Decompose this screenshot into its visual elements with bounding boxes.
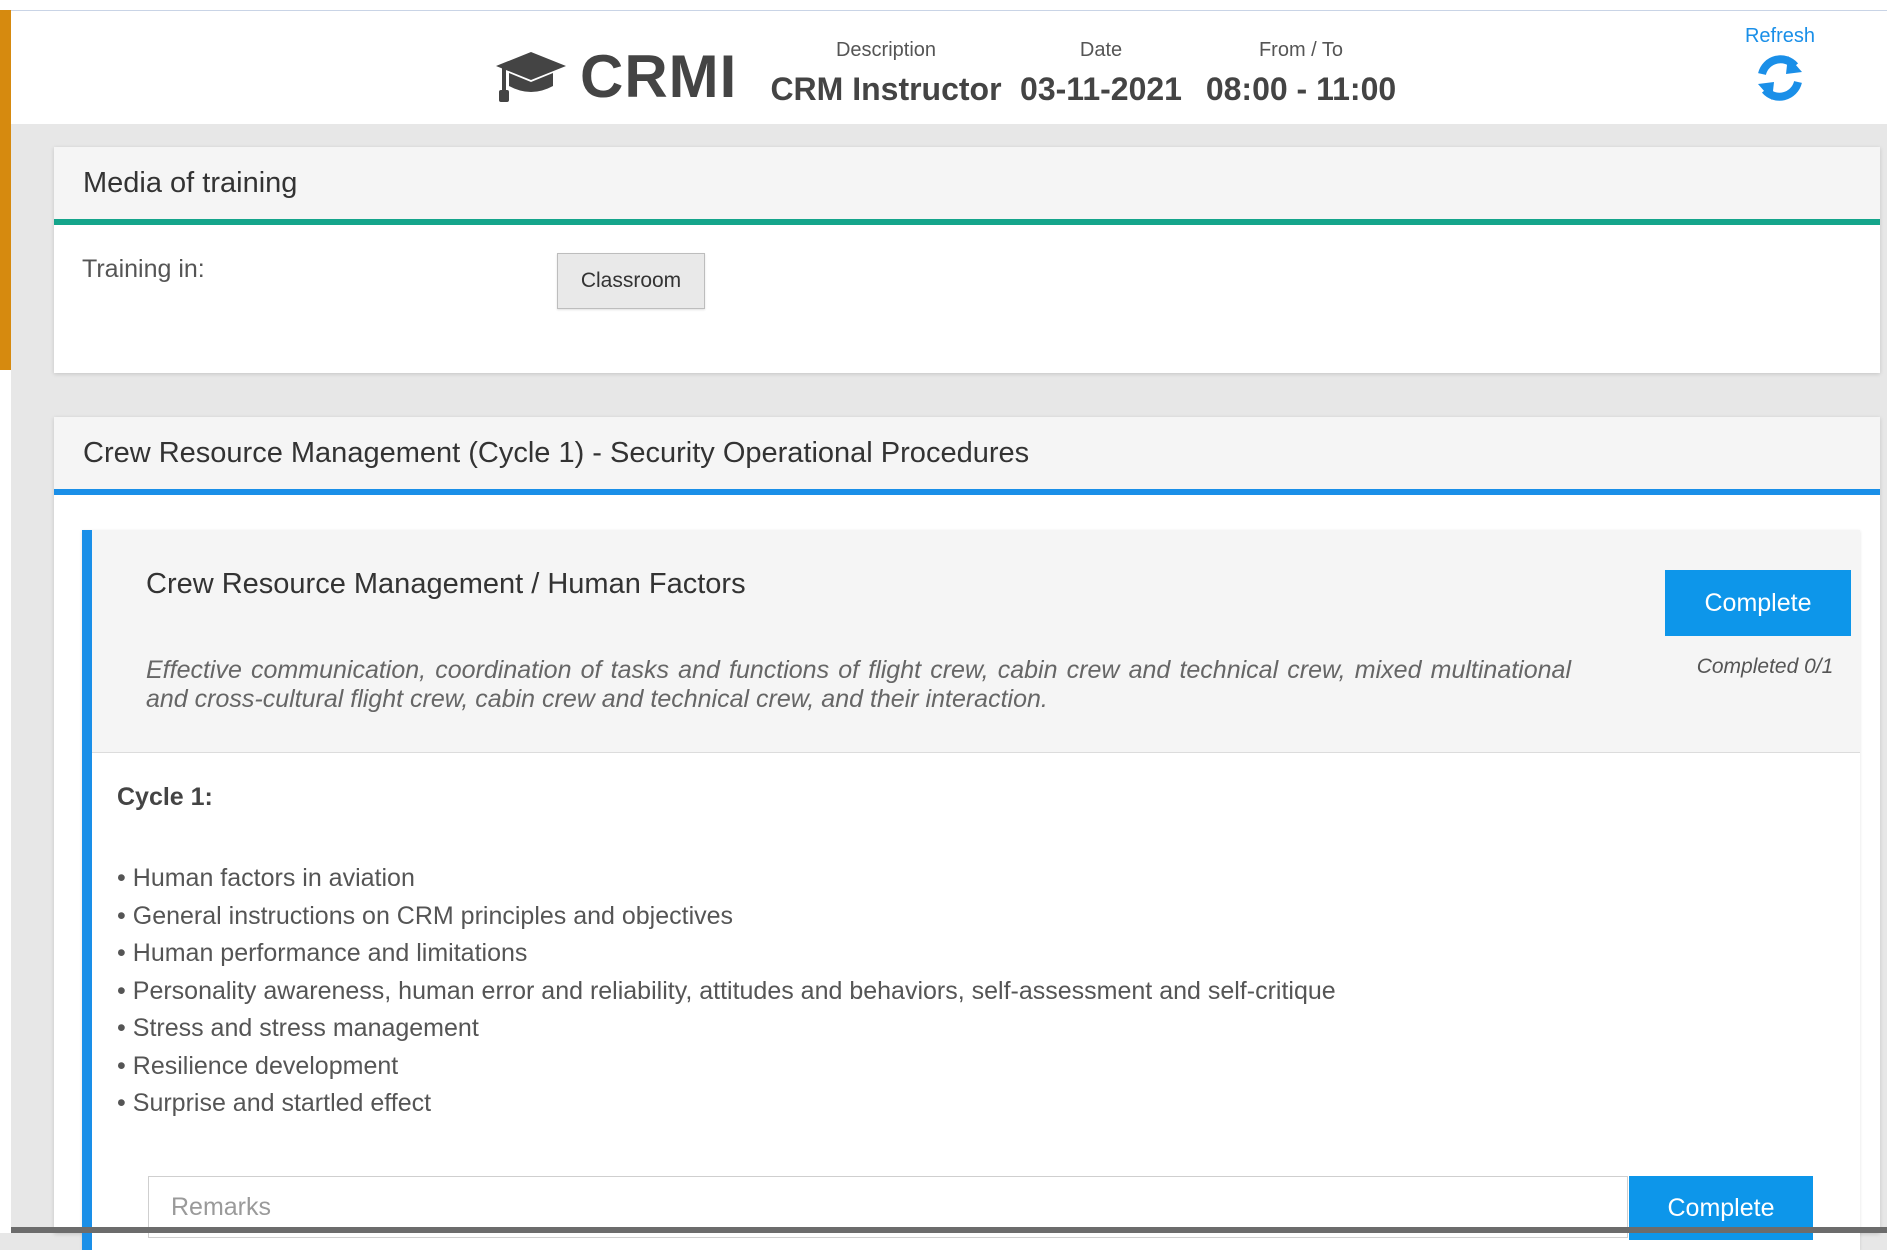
description-value: CRM Instructor <box>770 71 1002 107</box>
module-description: Effective communication, coordination of… <box>146 656 1571 713</box>
window-bottom-border <box>11 1227 1887 1233</box>
app-name: CRMI <box>580 42 738 110</box>
refresh-icon <box>1725 52 1835 104</box>
topic-item: Stress and stress management <box>117 1010 1336 1048</box>
course-panel-title: Crew Resource Management (Cycle 1) - Sec… <box>83 437 1030 469</box>
course-panel: Crew Resource Management (Cycle 1) - Sec… <box>54 417 1880 1250</box>
classroom-button[interactable]: Classroom <box>557 253 705 309</box>
date-field: Date 03-11-2021 <box>1011 39 1191 108</box>
module-header: Crew Resource Management / Human Factors… <box>92 530 1860 753</box>
topic-item: Human performance and limitations <box>117 935 1336 973</box>
course-panel-header: Crew Resource Management (Cycle 1) - Sec… <box>54 417 1880 489</box>
time-range-field: From / To 08:00 - 11:00 <box>1196 39 1406 108</box>
complete-module-button[interactable]: Complete <box>1665 570 1851 636</box>
completed-status: Completed 0/1 <box>1696 655 1834 678</box>
training-in-label: Training in: <box>82 255 205 283</box>
module-card: Crew Resource Management / Human Factors… <box>82 530 1860 1250</box>
time-range-value: 08:00 - 11:00 <box>1205 71 1397 107</box>
graduation-cap-icon <box>494 48 568 104</box>
description-field: Description CRM Instructor <box>751 39 1021 108</box>
date-value: 03-11-2021 <box>1020 71 1182 107</box>
app-logo: CRMI <box>494 41 737 111</box>
header-bar: CRMI Description CRM Instructor Date 03-… <box>11 11 1887 124</box>
course-panel-divider <box>54 489 1880 495</box>
accent-stripe <box>0 10 11 370</box>
module-title: Crew Resource Management / Human Factors <box>146 568 746 600</box>
refresh-label: Refresh <box>1744 25 1816 47</box>
topic-item: General instructions on CRM principles a… <box>117 898 1336 936</box>
topic-item: Resilience development <box>117 1048 1336 1086</box>
topic-list: Human factors in aviation General instru… <box>117 860 1336 1123</box>
media-of-training-panel: Media of training Training in: Classroom <box>54 147 1880 373</box>
topic-item: Human factors in aviation <box>117 860 1336 898</box>
window-top-border <box>0 0 1887 11</box>
media-panel-header: Media of training <box>54 147 1880 219</box>
media-panel-body: Training in: Classroom <box>54 225 1880 373</box>
date-label: Date <box>1079 39 1123 61</box>
time-range-label: From / To <box>1258 39 1344 61</box>
media-panel-title: Media of training <box>83 167 298 199</box>
refresh-button[interactable]: Refresh <box>1725 25 1835 104</box>
topic-item: Personality awareness, human error and r… <box>117 973 1336 1011</box>
topic-item: Surprise and startled effect <box>117 1085 1336 1123</box>
description-label: Description <box>835 39 937 61</box>
cycle-heading: Cycle 1: <box>117 783 213 811</box>
